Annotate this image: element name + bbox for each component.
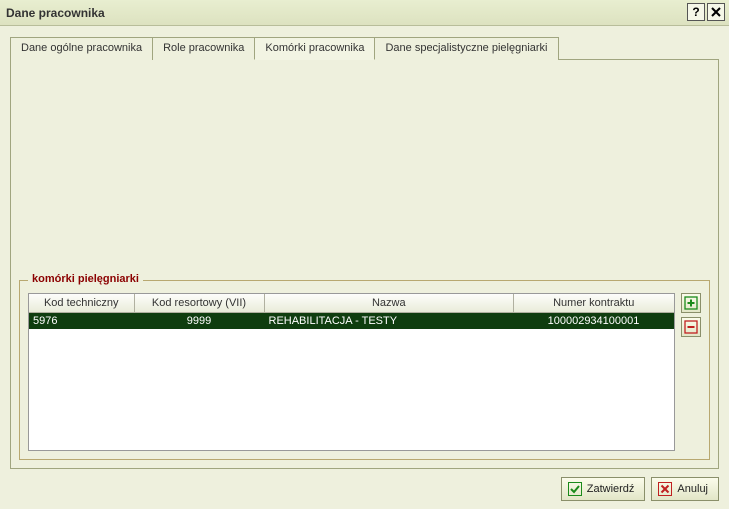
fieldset-legend: komórki pielęgniarki [28, 273, 143, 285]
plus-icon [684, 296, 698, 310]
close-icon [710, 6, 722, 18]
cell-kod-resortowy: 9999 [134, 313, 264, 330]
tab-dane-ogolne[interactable]: Dane ogólne pracownika [10, 37, 153, 60]
tab-dane-specjalistyczne[interactable]: Dane specjalistyczne pielęgniarki [374, 37, 558, 60]
titlebar: Dane pracownika ? [0, 0, 729, 26]
window-buttons: ? [687, 3, 725, 21]
col-kod-resortowy[interactable]: Kod resortowy (VII) [134, 294, 264, 313]
tab-label: Role pracownika [163, 42, 244, 54]
footer-buttons: Zatwierdź Anuluj [561, 477, 719, 501]
tab-komorki-pracownika[interactable]: Komórki pracownika [254, 37, 375, 60]
cell-nazwa: REHABILITACJA - TESTY [264, 313, 514, 330]
cancel-label: Anuluj [677, 483, 708, 495]
remove-button[interactable] [681, 317, 701, 337]
add-button[interactable] [681, 293, 701, 313]
window-title: Dane pracownika [6, 6, 105, 20]
tab-bar: Dane ogólne pracownika Role pracownika K… [10, 36, 719, 59]
komorki-table: Kod techniczny Kod resortowy (VII) Nazwa… [29, 294, 674, 329]
col-kod-techniczny[interactable]: Kod techniczny [29, 294, 134, 313]
x-icon [658, 482, 672, 496]
confirm-button[interactable]: Zatwierdź [561, 477, 646, 501]
close-button[interactable] [707, 3, 725, 21]
table-container: Kod techniczny Kod resortowy (VII) Nazwa… [28, 293, 675, 451]
minus-icon [684, 320, 698, 334]
table-header-row: Kod techniczny Kod resortowy (VII) Nazwa… [29, 294, 674, 313]
cancel-button[interactable]: Anuluj [651, 477, 719, 501]
tab-label: Dane ogólne pracownika [21, 42, 142, 54]
confirm-label: Zatwierdź [587, 483, 635, 495]
tab-pane: komórki pielęgniarki Kod techniczny Kod … [10, 59, 719, 469]
col-nazwa[interactable]: Nazwa [264, 294, 514, 313]
tab-role-pracownika[interactable]: Role pracownika [152, 37, 255, 60]
fieldset-komorki: komórki pielęgniarki Kod techniczny Kod … [19, 280, 710, 460]
tab-label: Dane specjalistyczne pielęgniarki [385, 42, 547, 54]
cell-kod-techniczny: 5976 [29, 313, 134, 330]
cell-numer-kontraktu: 100002934100001 [514, 313, 674, 330]
content-area: Dane ogólne pracownika Role pracownika K… [0, 26, 729, 509]
side-buttons [681, 293, 701, 337]
table-row[interactable]: 5976 9999 REHABILITACJA - TESTY 10000293… [29, 313, 674, 330]
check-icon [568, 482, 582, 496]
help-icon: ? [692, 5, 699, 19]
tab-label: Komórki pracownika [265, 42, 364, 54]
col-numer-kontraktu[interactable]: Numer kontraktu [514, 294, 674, 313]
help-button[interactable]: ? [687, 3, 705, 21]
